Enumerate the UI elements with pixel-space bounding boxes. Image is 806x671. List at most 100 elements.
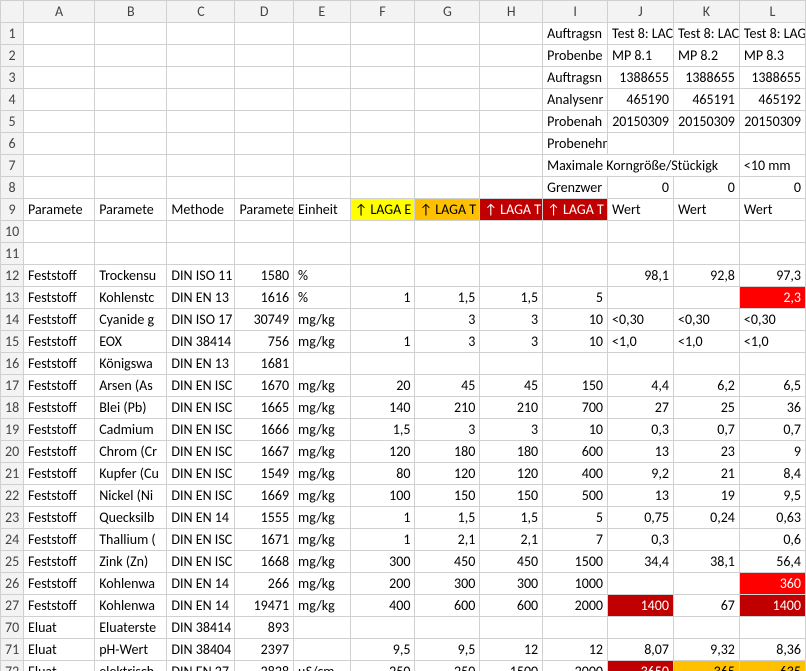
cell[interactable]: mg/kg [294, 331, 351, 353]
cell[interactable]: 635 [739, 661, 805, 671]
cell[interactable]: 20150309 [739, 111, 805, 133]
col-D[interactable]: D [235, 1, 294, 23]
cell[interactable]: 1670 [235, 375, 294, 397]
cell[interactable]: Feststoff [24, 419, 95, 441]
cell[interactable] [350, 221, 415, 243]
cell[interactable] [294, 353, 351, 375]
cell[interactable]: 1500 [480, 661, 543, 671]
row-header[interactable]: 15 [1, 331, 24, 353]
cell[interactable] [480, 265, 543, 287]
cell[interactable]: 7 [543, 529, 608, 551]
row-header[interactable]: 3 [1, 67, 24, 89]
cell[interactable]: DIN EN 27 [167, 661, 235, 671]
row-header[interactable]: 10 [1, 221, 24, 243]
cell[interactable]: 1 [350, 331, 415, 353]
cell[interactable] [415, 89, 480, 111]
cell[interactable] [294, 617, 351, 639]
cell[interactable]: 1388655 [673, 67, 739, 89]
cell[interactable] [739, 133, 805, 155]
cell[interactable]: Eluat [24, 661, 95, 671]
cell[interactable]: 10 [543, 419, 608, 441]
cell[interactable] [608, 573, 674, 595]
cell[interactable]: Analysenr [543, 89, 608, 111]
cell[interactable] [673, 287, 739, 309]
cell[interactable] [608, 243, 674, 265]
cell[interactable]: 36 [739, 397, 805, 419]
cell[interactable] [350, 309, 415, 331]
cell[interactable]: EOX [95, 331, 167, 353]
cell[interactable] [235, 221, 294, 243]
cell[interactable] [739, 617, 805, 639]
cell[interactable]: 1671 [235, 529, 294, 551]
cell[interactable] [480, 67, 543, 89]
cell[interactable]: 2,3 [739, 287, 805, 309]
cell[interactable]: 3650 [608, 661, 674, 671]
cell[interactable] [235, 243, 294, 265]
cell[interactable] [167, 177, 235, 199]
cell[interactable]: 3 [415, 331, 480, 353]
cell[interactable]: 2828 [235, 661, 294, 671]
cell[interactable]: 120 [415, 463, 480, 485]
cell[interactable]: Eluat [24, 639, 95, 661]
cell[interactable]: Probenehmer [543, 133, 608, 155]
cell[interactable]: 9,5 [415, 639, 480, 661]
cell[interactable]: ↑ LAGA T [480, 199, 543, 221]
row-header[interactable]: 2 [1, 45, 24, 67]
cell[interactable]: 20150309 [608, 111, 674, 133]
cell[interactable]: mg/kg [294, 595, 351, 617]
col-K[interactable]: K [673, 1, 739, 23]
cell[interactable] [673, 133, 739, 155]
cell[interactable] [167, 111, 235, 133]
cell[interactable]: 180 [415, 441, 480, 463]
cell[interactable] [24, 155, 95, 177]
cell[interactable]: 210 [415, 397, 480, 419]
cell[interactable]: ↑ LAGA E [350, 199, 415, 221]
cell[interactable] [350, 133, 415, 155]
cell[interactable]: 1400 [608, 595, 674, 617]
cell[interactable]: Auftragsn [543, 23, 608, 45]
cell[interactable]: ↑ LAGA T [415, 199, 480, 221]
cell[interactable] [673, 529, 739, 551]
cell[interactable] [95, 155, 167, 177]
cell[interactable]: 4,4 [608, 375, 674, 397]
cell[interactable]: 1555 [235, 507, 294, 529]
cell[interactable]: Wert [739, 199, 805, 221]
cell[interactable]: 27 [608, 397, 674, 419]
cell[interactable] [350, 243, 415, 265]
row-header[interactable]: 5 [1, 111, 24, 133]
row-header[interactable]: 22 [1, 485, 24, 507]
cell[interactable]: 210 [480, 397, 543, 419]
cell[interactable] [543, 617, 608, 639]
col-B[interactable]: B [95, 1, 167, 23]
cell[interactable]: <1,0 [739, 331, 805, 353]
cell[interactable] [235, 89, 294, 111]
cell[interactable]: 2000 [543, 661, 608, 671]
cell[interactable]: mg/kg [294, 375, 351, 397]
cell[interactable]: Feststoff [24, 573, 95, 595]
cell[interactable] [739, 243, 805, 265]
cell[interactable] [480, 221, 543, 243]
cell[interactable]: Feststoff [24, 507, 95, 529]
row-header[interactable]: 27 [1, 595, 24, 617]
cell[interactable] [415, 111, 480, 133]
cell[interactable] [480, 177, 543, 199]
cell[interactable] [294, 45, 351, 67]
cell[interactable]: 98,1 [608, 265, 674, 287]
cell[interactable]: DIN EN 14 [167, 595, 235, 617]
cell[interactable] [543, 265, 608, 287]
cell[interactable] [95, 133, 167, 155]
cell[interactable]: 92,8 [673, 265, 739, 287]
cell[interactable]: 0,7 [673, 419, 739, 441]
cell[interactable]: DIN EN ISC [167, 441, 235, 463]
row-header[interactable]: 19 [1, 419, 24, 441]
row-header[interactable]: 70 [1, 617, 24, 639]
cell[interactable]: 0,7 [739, 419, 805, 441]
cell[interactable] [350, 67, 415, 89]
cell[interactable]: 140 [350, 397, 415, 419]
cell[interactable] [415, 155, 480, 177]
cell[interactable]: mg/kg [294, 441, 351, 463]
cell[interactable]: mg/kg [294, 463, 351, 485]
cell[interactable]: 56,4 [739, 551, 805, 573]
cell[interactable]: 9,5 [739, 485, 805, 507]
cell[interactable]: % [294, 265, 351, 287]
